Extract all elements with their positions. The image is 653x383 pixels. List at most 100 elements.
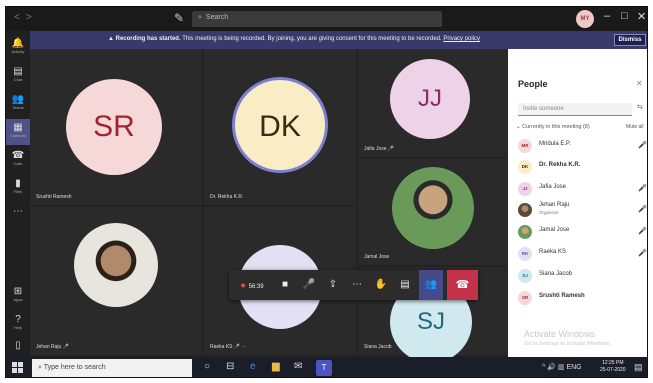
mic-button[interactable]: 🎤 xyxy=(299,270,319,300)
participant-name: Raeka KS 🎤 ⋯ xyxy=(210,344,247,350)
nav-arrows[interactable]: <> xyxy=(14,12,38,23)
edge-icon[interactable]: e xyxy=(250,361,256,372)
participant-name-text: Jehan Raju xyxy=(36,344,62,350)
more-icon: ⋯ xyxy=(13,206,23,217)
participant-row[interactable]: Jamal Jose 🎤 xyxy=(514,222,647,242)
rail-item-activity[interactable]: 🔔 Activity xyxy=(6,35,30,61)
participant-name: Siana Jacob xyxy=(539,271,573,277)
participant-tile[interactable]: Jehan Raju 🎤 xyxy=(30,207,202,355)
section-header[interactable]: ⌄ Currently in this meeting (8) xyxy=(516,124,590,130)
mic-off-icon: 🎤 xyxy=(638,228,647,235)
participant-row[interactable]: MR Mridula E.P. 🎤 xyxy=(514,136,647,156)
record-icon: ● xyxy=(240,280,246,290)
clock[interactable]: 12:25 PM 25-07-2020 xyxy=(600,360,626,374)
mic-off-icon: 🎤 xyxy=(387,146,395,152)
teams-window: <> ✎ ⌕ Search MY – □ ✕ 🔔 Activity ▤ Chat 👥 T… xyxy=(5,6,648,378)
avatar: JJ xyxy=(390,59,470,139)
compose-icon[interactable]: ✎ xyxy=(174,11,184,25)
chat-button[interactable]: ▤ xyxy=(395,270,415,300)
participants-button[interactable]: 👥 xyxy=(419,270,443,300)
timer-text: 56:39 xyxy=(248,284,264,290)
search-icon: ⌕ xyxy=(198,14,202,21)
participant-name: Srushti Ramesh xyxy=(36,194,72,200)
minimize-button[interactable]: – xyxy=(604,10,610,22)
app-rail: 🔔 Activity ▤ Chat 👥 Teams ▦ Calendar ☎ Calls … xyxy=(6,31,30,377)
search-input[interactable]: ⌕ Search xyxy=(192,11,442,27)
mute-all-link[interactable]: Mute all xyxy=(626,124,644,130)
store-icon[interactable]: ✉ xyxy=(294,361,302,372)
task-view-icon[interactable]: ⊟ xyxy=(226,361,234,372)
hang-up-button[interactable]: ☎ xyxy=(447,270,478,300)
dismiss-button[interactable]: Dismiss xyxy=(614,34,646,46)
file-explorer-icon[interactable]: ▆ xyxy=(272,361,280,372)
profile-avatar[interactable]: MY xyxy=(576,10,594,28)
title-bar: <> ✎ ⌕ Search MY – □ ✕ xyxy=(6,7,647,31)
banner-message: ▲ Recording has started. This meeting is… xyxy=(108,36,480,42)
forward-arrow-icon[interactable]: > xyxy=(26,12,38,23)
rail-label: Help xyxy=(13,325,23,330)
cortana-icon[interactable]: ○ xyxy=(204,361,210,372)
participant-name: Jafia Jose 🎤 xyxy=(364,146,394,152)
back-arrow-icon[interactable]: < xyxy=(14,12,26,23)
share-invite-icon[interactable]: ⇆ xyxy=(637,103,643,111)
rail-item-files[interactable]: ▮ Files xyxy=(6,175,30,201)
share-button[interactable]: ⇪ xyxy=(323,270,343,300)
people-panel: People ✕ Invite someone ⇆ ⌄ Currently in… xyxy=(508,49,647,377)
participant-tile[interactable]: Jamal Jose xyxy=(358,159,508,265)
avatar: SR xyxy=(66,79,162,175)
rail-item-help[interactable]: ? Help xyxy=(6,311,30,337)
participant-row[interactable]: DK Dr. Rekha K.R. xyxy=(514,157,646,177)
camera-button[interactable]: ■ xyxy=(275,270,295,300)
avatar: RK xyxy=(518,247,532,261)
rail-label: Calendar xyxy=(9,133,27,138)
banner-bold-text: Recording has started. xyxy=(115,36,181,42)
calendar-icon: ▦ xyxy=(13,122,23,133)
taskbar-search-input[interactable]: ⌕ Type here to search xyxy=(32,359,192,377)
warning-icon: ▲ xyxy=(108,36,114,42)
apps-icon: ⊞ xyxy=(13,286,23,297)
more-options-icon[interactable]: ⋯ xyxy=(242,344,247,350)
participant-name: Jehan Raju xyxy=(539,202,570,208)
rail-item-teams[interactable]: 👥 Teams xyxy=(6,91,30,117)
avatar: JJ xyxy=(518,182,532,196)
teams-taskbar-icon[interactable]: T xyxy=(316,360,332,376)
rail-item-calendar[interactable]: ▦ Calendar xyxy=(6,119,30,145)
participant-tile[interactable]: SR Srushti Ramesh xyxy=(30,49,202,205)
more-actions-button[interactable]: ⋯ xyxy=(347,270,367,300)
windows-start-icon[interactable] xyxy=(12,362,23,373)
panel-title: People xyxy=(518,79,548,89)
rail-item-apps[interactable]: ⊞ Apps xyxy=(6,283,30,309)
avatar: DK xyxy=(232,77,328,173)
system-tray[interactable]: ^ 🔊 ▥ ENG xyxy=(542,363,582,371)
maximize-button[interactable]: □ xyxy=(621,10,628,22)
participant-role: Organizer xyxy=(539,210,559,215)
participant-row[interactable]: JJ Jafia Jose 🎤 xyxy=(514,179,647,199)
rail-item-calls[interactable]: ☎ Calls xyxy=(6,147,30,173)
notification-icon[interactable]: ▤ xyxy=(634,362,643,373)
participant-name: Dr. Rekha K.R. xyxy=(210,194,244,200)
bell-icon: 🔔 xyxy=(11,38,25,49)
phone-icon: ☎ xyxy=(11,150,25,161)
invite-input[interactable]: Invite someone xyxy=(518,103,632,116)
participant-name: Dr. Rekha K.R. xyxy=(539,162,581,168)
participant-row[interactable]: RK Raeka KS 🎤 xyxy=(514,244,647,264)
participant-name: Raeka KS xyxy=(539,249,567,255)
rail-item-chat[interactable]: ▤ Chat xyxy=(6,63,30,89)
rail-label: Files xyxy=(13,189,23,194)
raise-hand-button[interactable]: ✋ xyxy=(371,270,391,300)
participant-tile[interactable]: DK Dr. Rekha K.R. xyxy=(204,49,356,205)
privacy-policy-link[interactable]: Privacy policy xyxy=(443,36,480,42)
participant-name-text: Raeka KS xyxy=(210,344,233,350)
banner-text: This meeting is being recorded. By joini… xyxy=(180,36,442,42)
participant-row[interactable]: SR Srushti Ramesh xyxy=(514,288,646,308)
participant-name: Jafia Jose xyxy=(539,184,567,190)
close-panel-icon[interactable]: ✕ xyxy=(636,79,643,88)
close-window-button[interactable]: ✕ xyxy=(637,10,646,23)
rail-item-more[interactable]: ⋯ xyxy=(6,203,30,229)
participant-row[interactable]: SJ Siana Jacob xyxy=(514,266,646,286)
participant-name-text: Jafia Jose xyxy=(364,146,387,152)
mic-off-icon: 🎤 xyxy=(638,206,647,213)
participant-name: Jamal Jose xyxy=(364,254,390,260)
participant-tile[interactable]: JJ Jafia Jose 🎤 xyxy=(358,49,508,157)
participant-row[interactable]: Jehan Raju Organizer 🎤 xyxy=(514,200,647,220)
